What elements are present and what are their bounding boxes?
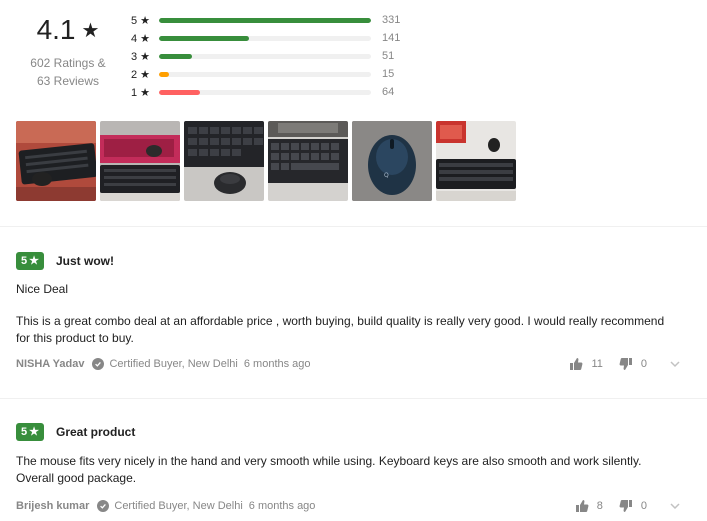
average-rating-value: 4.1 [36,14,76,45]
rating-bar-count: 141 [382,32,401,44]
review-photos: Q [16,121,516,201]
rating-bar-count: 51 [382,50,395,62]
like-button[interactable]: 8 [575,499,603,513]
average-rating: 4.1 ★ [18,14,118,46]
keyboard-mouse-photo[interactable] [16,121,96,201]
review-text: The mouse fits very nicely in the hand a… [16,453,691,487]
review-subtitle: Nice Deal [16,282,69,296]
dislike-button[interactable]: 0 [619,499,647,513]
review-author: NISHA Yadav [16,358,85,370]
chevron-down-icon[interactable] [669,358,681,370]
rating-bar-fill [159,17,371,23]
rating-badge: 5 ★ [16,423,44,441]
dislike-button[interactable]: 0 [619,357,647,371]
rating-bar-label: 4 ★ [131,32,151,45]
review-title: Great product [56,425,136,439]
rating-bar-count: 64 [382,86,395,98]
review-text-line: This is a great combo deal at an afforda… [16,314,665,328]
review-title: Just wow! [56,254,115,268]
keyboard-mouse-closeup-photo[interactable] [184,121,264,201]
keyboard-box-photo[interactable] [100,121,180,201]
rating-badge: 5 ★ [16,252,44,270]
ratings-count: 602 Ratings & 63 Reviews [18,54,118,90]
rating-bar-fill [159,35,250,41]
keyboard-monitor-photo[interactable] [268,121,348,201]
rating-bar-label: 2 ★ [131,68,151,81]
review-location: Certified Buyer, New Delhi [109,358,238,370]
review-actions: 11 0 [569,356,681,372]
like-button[interactable]: 11 [569,357,603,371]
review-actions: 8 0 [575,498,681,514]
rating-bar-row: 3 ★ 51 [131,47,411,65]
rating-bar-count: 15 [382,68,395,80]
star-icon: ★ [29,255,39,267]
rating-bar-row: 2 ★ 15 [131,65,411,83]
thumbs-up-icon [570,358,583,370]
rating-bar-row: 1 ★ 64 [131,83,411,101]
thumbs-down-icon [619,500,632,512]
review-meta: Brijesh kumar Certified Buyer, New Delhi… [16,498,691,514]
rating-summary: 4.1 ★ 602 Ratings & 63 Reviews 5 ★ 331 4… [0,0,707,226]
thumbs-down-icon [619,358,632,370]
reviews-count-text: 63 Reviews [36,74,100,88]
review-header: 5 ★ Great product [16,423,691,441]
rating-bar-count: 331 [382,14,401,26]
review-card: 5 ★ Great product The mouse fits very ni… [16,423,691,514]
review-time: 6 months ago [243,358,311,370]
like-count: 11 [591,358,603,370]
review-text-line: for this product to buy. [16,331,134,345]
rating-bar-label: 5 ★ [131,14,151,27]
certified-check-icon [97,500,110,512]
average-rating-block: 4.1 ★ 602 Ratings & 63 Reviews [18,14,118,90]
rating-bar-fill [159,53,192,59]
like-count: 8 [596,500,603,512]
rating-bar-track [159,89,371,95]
rating-bar-fill [159,71,169,77]
review-card: 5 ★ Just wow! Nice Deal This is a great … [16,252,691,372]
mouse-closeup-photo[interactable]: Q [352,121,432,201]
rating-bar-label: 1 ★ [131,86,151,99]
rating-bar-fill [159,89,200,95]
rating-bar-track [159,53,371,59]
rating-bar-track [159,71,371,77]
rating-bar-track [159,35,371,41]
review-author: Brijesh kumar [16,500,90,512]
dislike-count: 0 [640,500,647,512]
star-icon: ★ [29,426,39,438]
svg-text:Q: Q [384,172,389,179]
rating-badge-value: 5 [21,255,28,267]
dislike-count: 0 [640,358,647,370]
review-header: 5 ★ Just wow! [16,252,691,270]
ratings-count-text: 602 Ratings & [30,56,106,70]
rating-breakdown: 5 ★ 331 4 ★ 141 3 ★ 51 2 ★ 15 1 ★ 64 [131,11,411,101]
certified-check-icon [92,358,105,370]
section-divider [0,398,707,399]
thumbs-up-icon [575,500,589,512]
review-time: 6 months ago [248,500,316,512]
rating-bar-row: 4 ★ 141 [131,29,411,47]
rating-bar-row: 5 ★ 331 [131,11,411,29]
review-text-line: Overall good package. [16,471,137,485]
review-meta: NISHA Yadav Certified Buyer, New Delhi 6… [16,356,691,372]
keyboard-mouse-desk-photo[interactable] [436,121,516,201]
review-text: This is a great combo deal at an afforda… [16,313,691,347]
rating-bar-track [159,17,371,23]
rating-bar-label: 3 ★ [131,50,151,63]
star-icon: ★ [81,19,100,42]
chevron-down-icon[interactable] [669,500,681,512]
rating-badge-value: 5 [21,426,28,438]
section-divider [0,226,707,227]
review-location: Certified Buyer, New Delhi [114,500,243,512]
review-text-line: The mouse fits very nicely in the hand a… [16,454,642,468]
